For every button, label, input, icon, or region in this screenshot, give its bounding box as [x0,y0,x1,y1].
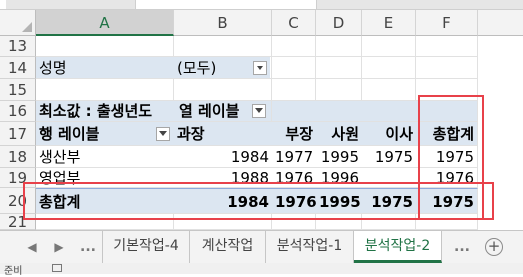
value-production-gwajang[interactable]: 1984 [174,146,272,168]
cell-e21[interactable] [362,214,416,230]
col-header-grand-total: 총합계 [416,122,478,146]
cell-f21[interactable] [416,214,478,230]
cell-d15[interactable] [316,79,362,101]
value-production-isa[interactable]: 1975 [362,146,416,168]
cell-c21[interactable] [272,214,316,230]
sheet-tab-analysis-2[interactable]: 분석작업-2 [354,231,442,263]
sheet-tab-bar: ◀ ▶ ... 기본작업-4 계산작업 분석작업-1 분석작업-2 ... + [0,230,523,263]
row-header-15[interactable]: 15 [0,79,36,101]
grand-total-sawon[interactable]: 1995 [316,188,362,214]
cell-a13[interactable] [36,36,174,57]
row-labels-filter-icon[interactable] [156,127,170,141]
cell-d14[interactable] [316,57,362,79]
col-header-sawon: 사원 [316,122,362,146]
select-all-corner[interactable] [0,10,36,36]
column-header-d[interactable]: D [316,10,362,36]
row-header-17[interactable]: 17 [0,122,36,146]
cell-b15[interactable] [174,79,272,101]
value-sales-gwajang[interactable]: 1988 [174,168,272,188]
sheet-tab-calc[interactable]: 계산작업 [190,231,266,263]
value-production-bujang[interactable]: 1977 [272,146,316,168]
row-header-20[interactable]: 20 [0,188,36,214]
add-sheet-plus-icon[interactable]: + [485,238,503,256]
value-production-total[interactable]: 1975 [416,146,478,168]
grand-total-gwajang[interactable]: 1984 [174,188,272,214]
cell-a15[interactable] [36,79,174,101]
macro-record-icon[interactable] [52,264,62,272]
status-bar: 준비 [0,263,523,277]
select-all-triangle-icon [22,22,32,32]
column-header-f[interactable]: F [416,10,478,36]
value-production-sawon[interactable]: 1995 [316,146,362,168]
grand-total-isa[interactable]: 1975 [362,188,416,214]
row-label-production: 생산부 [36,146,174,168]
grand-total-label: 총합계 [36,188,174,214]
top-tab-edge-2 [135,0,317,9]
column-header-blank [478,10,523,36]
window-top-strip [0,0,523,10]
column-header-b[interactable]: B [174,10,272,36]
sheet-tabs-ellipsis-right[interactable]: ... [450,231,474,263]
pivot-value-label: 최소값 : 출생년도 [36,101,174,122]
cell-e15[interactable] [362,79,416,101]
grand-total-bujang[interactable]: 1976 [272,188,317,214]
grand-total-overall[interactable]: 1975 [416,188,478,214]
cell-f15[interactable] [416,79,478,101]
sheet-tab-basic-4[interactable]: 기본작업-4 [102,231,190,263]
cell-a21[interactable] [36,214,174,230]
cell-f13[interactable] [416,36,478,57]
column-labels-filter-icon[interactable] [252,104,266,118]
cell-b21[interactable] [174,214,272,230]
cell-b13[interactable] [174,36,272,57]
sheet-tab-analysis-1[interactable]: 분석작업-1 [266,231,354,263]
col-header-bujang: 부장 [272,122,316,146]
sheet-tabs-ellipsis-left[interactable]: ... [76,231,100,263]
pivot-filter-label: 성명 [36,57,174,79]
next-sheet-arrow-icon[interactable]: ▶ [49,231,69,263]
cell-c15[interactable] [272,79,316,101]
col-header-isa: 이사 [362,122,416,146]
cell-e13[interactable] [362,36,416,57]
column-header-c[interactable]: C [272,10,316,36]
cell-c14[interactable] [272,57,316,79]
cell-c13[interactable] [272,36,316,57]
worksheet-grid[interactable]: 성명 (모두) 최소값 : 출생년도 열 레이블 행 레이블 과장 부장 사원 … [36,36,523,230]
row-labels-header[interactable]: 행 레이블 [36,122,174,146]
row-header-13[interactable]: 13 [0,36,36,57]
value-sales-total[interactable]: 1976 [416,168,478,188]
cell-f14[interactable] [416,57,478,79]
column-header-e[interactable]: E [362,10,416,36]
row-label-sales: 영업부 [36,168,174,188]
value-sales-isa[interactable] [362,168,416,188]
column-header-a[interactable]: A [36,10,174,36]
cell-e16[interactable] [362,101,416,122]
col-header-gwajang: 과장 [174,122,272,146]
cell-c16[interactable] [272,101,316,122]
top-tab-edge [0,0,6,9]
cell-d21[interactable] [316,214,362,230]
filter-dropdown-arrow-icon[interactable] [253,61,267,75]
row-header-21[interactable]: 21 [0,214,36,230]
value-sales-bujang[interactable]: 1976 [272,168,316,188]
row-header-14[interactable]: 14 [0,57,36,79]
row-header-18[interactable]: 18 [0,146,36,168]
cell-e14[interactable] [362,57,416,79]
prev-sheet-arrow-icon[interactable]: ◀ [22,231,42,263]
cell-f16[interactable] [416,101,478,122]
row-header-16[interactable]: 16 [0,101,36,122]
row-header-19[interactable]: 19 [0,168,36,188]
cell-d16[interactable] [316,101,362,122]
cell-d13[interactable] [316,36,362,57]
value-sales-sawon[interactable]: 1996 [316,168,362,188]
status-ready-text: 준비 [4,266,23,277]
